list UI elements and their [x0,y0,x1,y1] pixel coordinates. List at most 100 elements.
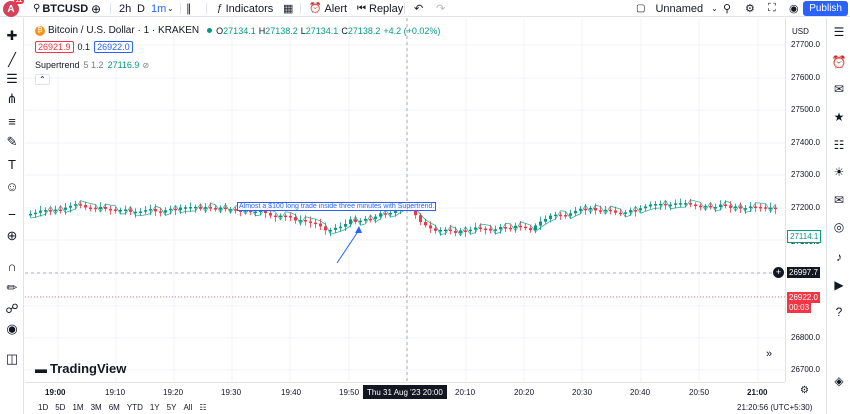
time-label: 19:20 [163,388,184,397]
undo-button[interactable]: ↶ [414,0,423,17]
add-crosshair-icon[interactable]: + [773,267,784,278]
range-all[interactable]: All [183,403,192,412]
indicators-button[interactable]: ƒ Indicators [217,0,273,17]
help-icon[interactable]: ? [831,304,847,320]
calendar-icon[interactable]: ☷ [831,137,847,153]
compare-button[interactable]: ⊕ [91,0,101,17]
trend-line-icon[interactable]: ╱ [4,52,20,68]
replay-button[interactable]: ⏮ Replay [357,0,403,17]
range-5y[interactable]: 5Y [167,403,177,412]
price-axis[interactable]: USD 27700.0 27600.0 27500.0 27400.0 2730… [785,18,826,382]
price-label: 26800.0 [791,333,820,342]
alert-button[interactable]: ⏰ Alert [309,0,347,17]
candle [684,203,687,205]
layout-menu[interactable]: ▢ Unnamed ⌄ [636,0,718,17]
indicator-legend[interactable]: Supertrend 5 1.2 27116.9 ⊘ [35,60,149,70]
price-chart[interactable] [25,18,785,382]
range-3m[interactable]: 3M [91,403,102,412]
fib-icon[interactable]: ≡ [4,113,20,129]
magnet-icon[interactable]: ∩ [4,258,20,274]
streams-icon[interactable]: ◎ [831,219,847,235]
notifications-icon[interactable]: ♪ [831,249,847,265]
lock-icon[interactable]: ☍ [4,301,20,317]
collapse-legend-button[interactable]: ⌃ [35,74,50,85]
snapshot-button[interactable]: ◉ [789,0,799,17]
candle [299,220,302,222]
sell-price-button[interactable]: 26921.9 [35,41,74,53]
candle [89,207,92,209]
bar-countdown: 00:03 [787,302,812,313]
lightbulb-icon[interactable]: ☀ [831,164,847,180]
watchlist-icon[interactable]: ☰ [831,24,847,40]
chart-pane[interactable]: ₿ Bitcoin / U.S. Dollar · 1 · KRAKEN O 27… [25,18,785,382]
scroll-to-realtime-button[interactable]: » [761,348,777,364]
candle [704,205,707,208]
draw-mode-icon[interactable]: ✏ [4,280,20,296]
bitcoin-icon: ₿ [35,25,45,36]
interval-dropdown[interactable]: ⌄ [167,0,174,17]
zoom-in-icon[interactable]: ⊕ [4,228,20,244]
candle [764,207,767,209]
candle [759,206,762,209]
indicator-name: Supertrend [35,60,80,70]
user-avatar[interactable]: A 11 [3,0,24,17]
range-1d[interactable]: 1D [38,403,48,412]
fullscreen-button[interactable]: ⛶ [768,0,776,17]
candle [319,223,322,227]
ideas-icon[interactable]: ★ [831,109,847,125]
interval-1m-button[interactable]: 1m [151,0,166,17]
candle [79,204,82,206]
range-1m[interactable]: 1M [72,403,83,412]
candle [424,221,427,226]
candle [344,224,347,227]
candle [714,206,717,209]
interval-2h-button[interactable]: 2h [119,0,131,17]
brush-icon[interactable]: ✎ [4,134,20,150]
time-axis[interactable]: 19:00 19:10 19:20 19:30 19:40 19:50 Thu … [25,382,785,400]
candle [214,207,217,210]
range-5d[interactable]: 5D [55,403,65,412]
range-6m[interactable]: 6M [109,403,120,412]
messages-icon[interactable]: ✉ [831,192,847,208]
eye-icon[interactable]: ◉ [4,321,20,337]
currency-label[interactable]: USD [792,27,809,36]
candle [49,210,52,212]
candle [219,207,222,210]
candle [144,210,147,212]
chevron-down-icon: ⌄ [167,4,174,13]
chat-icon[interactable]: ✉ [831,81,847,97]
ruler-icon[interactable]: ⎯ [4,206,20,222]
interval-d-button[interactable]: D [137,0,145,17]
alerts-icon[interactable]: ⏰ [831,54,847,70]
horizontal-lines-icon[interactable]: ☰ [4,71,20,87]
plus-circle-icon: ⊕ [91,1,102,16]
emoji-icon[interactable]: ☺ [4,178,20,194]
range-1y[interactable]: 1Y [150,403,160,412]
calendar-icon[interactable]: ☷ [199,403,206,412]
symbol-search[interactable]: ⚲ BTCUSD [33,0,88,17]
pitchfork-icon[interactable]: ⋔ [4,91,20,107]
candle [439,229,442,232]
settings-button[interactable]: ⚙ [745,0,755,17]
axis-settings-icon[interactable]: ⚙ [800,385,809,396]
candle [314,222,317,225]
eye-off-icon[interactable]: ⊘ [142,61,149,70]
range-ytd[interactable]: YTD [127,403,143,412]
candle [489,228,492,231]
chart-annotation[interactable]: Almost a $100 long trade inside three mi… [237,202,437,211]
clock-display[interactable]: 21:20:56 (UTC+5:30) [737,403,812,412]
publish-button[interactable]: Publish [803,1,848,16]
chart-type-button[interactable]: ∥ [186,0,192,17]
buy-price-button[interactable]: 26922.0 [94,41,133,53]
play-icon[interactable]: ▶ [831,277,847,293]
layers-icon[interactable]: ◈ [831,373,847,389]
templates-button[interactable]: ▦ [283,0,293,17]
gear-icon: ⚙ [745,3,755,15]
undo-icon: ↶ [414,3,424,15]
quick-search-button[interactable]: ⚲ [723,0,731,17]
redo-button[interactable]: ↷ [436,0,445,17]
time-label: 20:30 [572,388,593,397]
trash-icon[interactable]: ◫ [4,351,20,367]
crosshair-icon[interactable]: ✚ [4,28,20,44]
text-icon[interactable]: T [4,156,20,172]
